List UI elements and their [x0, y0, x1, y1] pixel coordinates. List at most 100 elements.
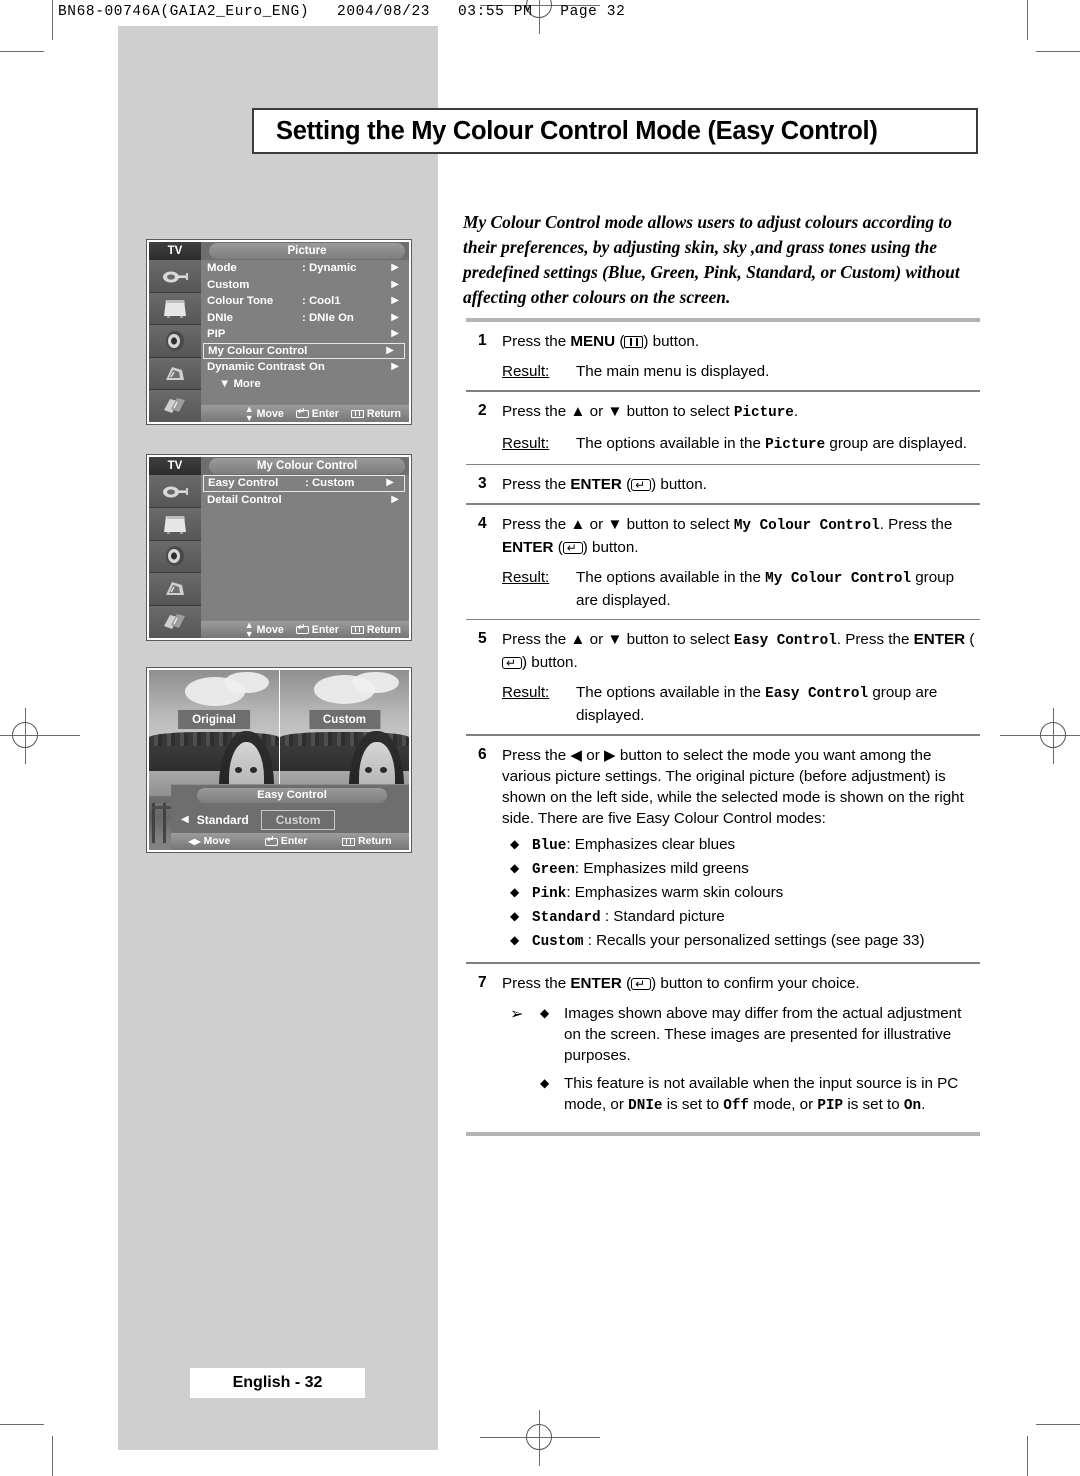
step-5-text-c: ( [965, 631, 975, 649]
print-header: BN68-00746A(GAIA2_Euro_ENG) 2004/08/23 0… [58, 4, 626, 20]
result-text-a: The options available in the [576, 684, 766, 702]
picture-tv-icon[interactable] [149, 507, 201, 541]
chevron-left-icon[interactable]: ◀ [171, 815, 197, 825]
step-4-text-c: ( [553, 538, 563, 556]
step-6-number: 6 [478, 745, 487, 763]
hint-return-label: Return [358, 836, 392, 847]
hint-enter: Enter [264, 835, 307, 847]
menu-item-custom[interactable]: Custom ▶ [201, 277, 409, 294]
step-4-result: Result: The options available in the My … [502, 567, 980, 611]
picture-tv-icon[interactable] [149, 292, 201, 326]
menu-item-pip[interactable]: PIP ▶ [201, 326, 409, 343]
diamond-icon: ◆ [510, 836, 520, 851]
setup-icon[interactable] [149, 357, 201, 391]
menu-item-label: PIP [207, 328, 226, 341]
mode-bullet-list: ◆ Blue: Emphasizes clear blues ◆ Green: … [502, 834, 980, 953]
step-7-text-a: Press the [502, 974, 571, 992]
preview-tag-original: Original [178, 709, 250, 729]
menu-item-my-colour-control[interactable]: My Colour Control ▶ [203, 342, 405, 359]
mode-desc: : Standard picture [600, 907, 725, 925]
mode-desc: : Emphasizes warm skin colours [566, 883, 784, 901]
hint-move-label: Move [256, 623, 284, 636]
step-4-number: 4 [478, 514, 487, 532]
menu-item-more[interactable]: ▼ More [201, 376, 409, 393]
mode-bullet-custom: ◆ Custom : Recalls your personalized set… [502, 930, 980, 953]
diamond-icon: ◆ [510, 932, 520, 947]
step-4-text-b: . Press the [879, 515, 953, 533]
mode-bullet-text: Green: Emphasizes mild greens [532, 858, 980, 881]
menu-key-icon [350, 625, 364, 634]
mode-bullet-green: ◆ Green: Emphasizes mild greens [502, 858, 980, 881]
notes-block: ➢ ◆ Images shown above may differ from t… [502, 1003, 980, 1124]
menu-item-label: Detail Control [207, 493, 282, 506]
result-text-a: The options available in the [576, 434, 766, 452]
menu-item-dynamic-contrast[interactable]: Dynamic Contrast : On ▶ [201, 359, 409, 376]
step-6: 6 Press the ◀ or ▶ button to select the … [466, 736, 980, 962]
menu-item-easy-control[interactable]: Easy Control : Custom ▶ [203, 475, 405, 492]
note2-b: is set to [662, 1095, 724, 1113]
result-label: Result: [502, 363, 550, 380]
channel-cards-icon[interactable] [149, 606, 201, 638]
sound-speaker-icon[interactable] [149, 325, 201, 358]
result-target: Picture [765, 436, 826, 453]
antenna-input-icon[interactable] [149, 260, 201, 293]
osd-source-label: TV [149, 457, 201, 475]
result-label: Result: [502, 568, 550, 586]
antenna-input-icon[interactable] [149, 475, 201, 508]
step-2-result: Result: The options available in the Pic… [502, 433, 980, 456]
step-2-text-a: Press the ▲ or ▼ button to select [502, 402, 734, 420]
result-text: The main menu is displayed. [576, 363, 770, 380]
pip-keyword: PIP [817, 1097, 844, 1114]
step-4-body: Press the ▲ or ▼ button to select My Col… [502, 514, 980, 611]
crop-rule-left-upper [0, 51, 44, 52]
step-7-body: Press the ENTER (↵) button to confirm yo… [502, 973, 980, 1124]
leftright-arrows-icon: ◀▶ [188, 837, 201, 846]
step-3-text-c: ) button. [651, 476, 707, 494]
step-6-body: Press the ◀ or ▶ button to select the mo… [502, 745, 980, 954]
hint-enter: Enter [295, 407, 339, 420]
osd-caption: My Colour Control [209, 458, 405, 474]
setup-icon[interactable] [149, 573, 201, 607]
eye-right [250, 766, 258, 773]
chevron-right-icon: ▶ [391, 361, 399, 373]
step-3-body: Press the ENTER (↵) button. [502, 474, 980, 495]
menu-item-value: : DNIe On [302, 311, 354, 324]
menu-item-label: Colour Tone [207, 295, 274, 308]
crop-rule-right-lower [1036, 1424, 1080, 1425]
hint-return-label: Return [366, 623, 401, 636]
enter-button-icon: ↵ [562, 541, 583, 554]
channel-cards-icon[interactable] [149, 390, 201, 422]
enter-key-icon [264, 835, 278, 846]
step-2-target: Picture [733, 404, 794, 421]
updown-arrows-icon: ▲ ▼ [244, 403, 254, 423]
enter-keyword: ENTER [570, 974, 622, 992]
easy-control-standard-option[interactable]: Standard [197, 813, 249, 827]
menu-item-detail-control[interactable]: Detail Control ▶ [201, 492, 409, 509]
menu-item-mode[interactable]: Mode : Dynamic ▶ [201, 260, 409, 277]
result-text: The options available in the My Colour C… [576, 567, 980, 611]
diamond-icon: ◆ [510, 884, 520, 899]
step-1-body: Press the MENU () button. Result: The ma… [502, 331, 980, 382]
step-7-number: 7 [478, 973, 487, 991]
hint-return: Return [350, 408, 401, 420]
step-1-text-a: Press the [502, 333, 571, 350]
note-arrow-icon: ➢ [510, 1005, 524, 1023]
diamond-icon: ◆ [510, 860, 520, 875]
step-4-text-a: Press the ▲ or ▼ button to select [502, 515, 734, 533]
menu-item-dnie[interactable]: DNIe : DNIe On ▶ [201, 310, 409, 327]
easy-control-selector: ◀ Standard Custom [171, 807, 409, 833]
note-item-availability: ◆ This feature is not available when the… [540, 1073, 980, 1117]
hint-return: Return [350, 623, 401, 636]
updown-arrows-icon: ▲ ▼ [244, 619, 254, 639]
step-7-text-b: ( [621, 974, 632, 992]
osd-hint-bar: ▲▼Move Enter Return [201, 403, 409, 423]
hint-move: ◀▶ Move [188, 836, 230, 847]
page-title-bar: Setting the My Colour Control Mode (Easy… [252, 108, 978, 154]
sound-speaker-icon[interactable] [149, 540, 201, 574]
menu-item-colour-tone[interactable]: Colour Tone : Cool1 ▶ [201, 293, 409, 310]
osd-body: Mode : Dynamic ▶ Custom ▶ Colour Tone : … [149, 260, 409, 422]
easy-control-custom-option[interactable]: Custom [260, 810, 336, 830]
result-target: My Colour Control [765, 570, 911, 587]
osd-panel-my-colour-control: TV My Colour Control Easy Control : Cust… [146, 454, 412, 641]
intro-paragraph: My Colour Control mode allows users to a… [463, 212, 960, 307]
